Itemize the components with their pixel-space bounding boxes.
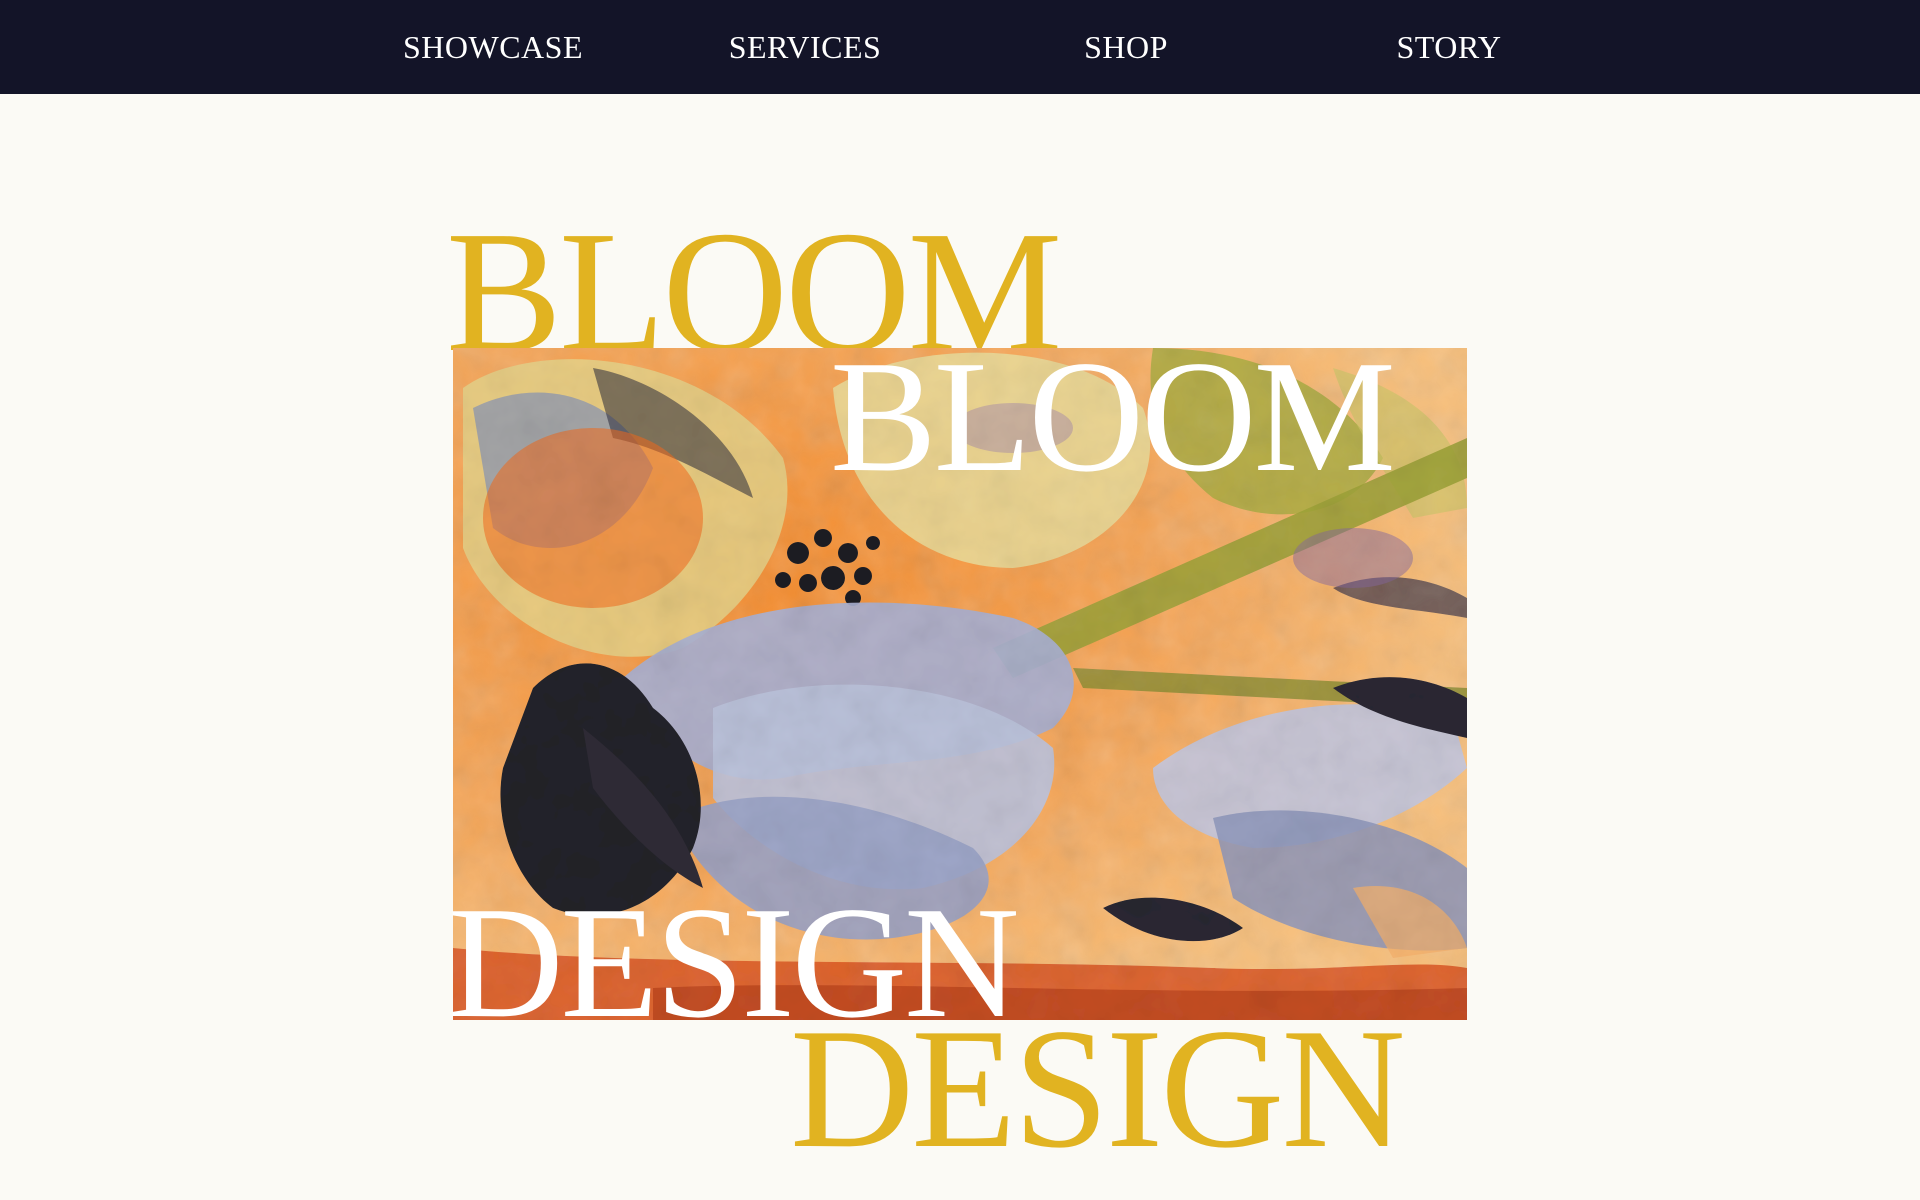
nav-item-story[interactable]: STORY [1396, 0, 1501, 94]
nav-item-services[interactable]: SERVICES [729, 0, 882, 94]
top-nav: SHOWCASE SERVICES SHOP STORY [0, 0, 1920, 94]
nav-item-shop[interactable]: SHOP [1084, 0, 1168, 94]
hero-word-bloom-white: BLOOM [830, 327, 1396, 505]
hero-word-design-gold: DESIGN [790, 994, 1406, 1184]
nav-item-showcase[interactable]: SHOWCASE [403, 0, 583, 94]
